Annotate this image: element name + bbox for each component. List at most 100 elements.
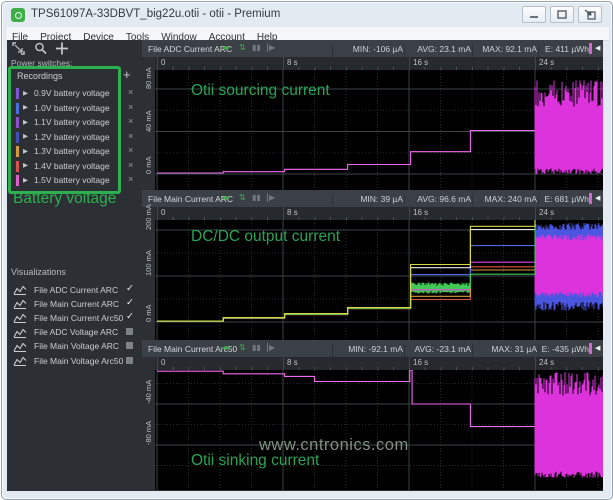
remove-recording-icon[interactable]: ×	[128, 102, 133, 112]
chart-panel: File Main Current ARC ◂▸ ⇅ ▮▮ ▶ MIN: 39 …	[142, 190, 603, 340]
recording-item[interactable]: ▶ 1.2V battery voltage ×	[15, 131, 135, 144]
pause-icon[interactable]: ▮▮	[252, 343, 261, 352]
title-bar[interactable]: TPS61097A-33DBVT_big22u.otii - otii - Pr…	[2, 2, 612, 27]
pause-icon[interactable]: ▮▮	[252, 43, 261, 52]
unchecked-box-icon[interactable]	[126, 342, 133, 349]
checked-icon[interactable]: ✓	[126, 297, 134, 308]
x-major-tick	[283, 57, 284, 70]
chart-line-icon	[13, 285, 27, 295]
stat-energy: E: 681 µWh	[538, 194, 589, 207]
recording-item[interactable]: ▶ 1.5V battery voltage ×	[15, 174, 135, 187]
chart-annotation: DC/DC output current	[191, 228, 340, 246]
collapse-arrow-icon[interactable]: ◀	[595, 344, 600, 352]
visualization-item[interactable]: File Main Current Arc50 ✓	[11, 311, 139, 324]
expand-triangle-icon[interactable]: ▶	[23, 118, 28, 126]
plot-area[interactable]: Otii sourcing current	[155, 70, 603, 190]
close-button[interactable]	[578, 6, 602, 23]
x-major-tick	[409, 207, 410, 220]
plot-area[interactable]: DC/DC output current	[155, 220, 603, 340]
visualization-item[interactable]: File ADC Current ARC ✓	[11, 283, 139, 296]
stat-min: MIN: -92.1 mA	[332, 344, 403, 357]
remove-recording-icon[interactable]: ×	[128, 116, 133, 126]
x-major-tick	[535, 57, 536, 70]
remove-recording-icon[interactable]: ×	[128, 145, 133, 155]
visualization-label: File Main Current ARC	[34, 299, 119, 309]
visualization-item[interactable]: File ADC Voltage ARC	[11, 326, 139, 339]
x-major-tick	[157, 57, 158, 70]
x-major-tick	[157, 357, 158, 370]
close-icon	[584, 9, 596, 20]
stat-avg: AVG: 96.6 mA	[404, 194, 471, 207]
maximize-icon	[557, 10, 567, 19]
remove-recording-icon[interactable]: ×	[128, 87, 133, 97]
play-icon[interactable]: ▶	[267, 193, 275, 202]
stat-energy: E: -435 µWh	[538, 344, 589, 357]
visualization-item[interactable]: File Main Voltage ARC	[11, 340, 139, 353]
x-tick-label: 24 s	[539, 58, 554, 67]
fit-vertical-icon[interactable]: ⇅	[239, 343, 246, 352]
expand-triangle-icon[interactable]: ▶	[23, 147, 28, 155]
fit-vertical-icon[interactable]: ⇅	[239, 43, 246, 52]
remove-recording-icon[interactable]: ×	[128, 131, 133, 141]
recording-item[interactable]: ▶ 0.9V battery voltage ×	[15, 87, 135, 100]
recording-item[interactable]: ▶ 1.0V battery voltage ×	[15, 102, 135, 115]
expand-triangle-icon[interactable]: ▶	[23, 103, 28, 111]
recording-item[interactable]: ▶ 1.3V battery voltage ×	[15, 145, 135, 158]
chart-header: File ADC Current ARC ◂▸ ⇅ ▮▮ ▶ MIN: -106…	[142, 40, 603, 57]
fit-vertical-icon[interactable]: ⇅	[239, 193, 246, 202]
x-tick-label: 24 s	[539, 358, 554, 367]
visualization-item[interactable]: File Main Voltage Arc50	[11, 354, 139, 367]
chart-panels: File ADC Current ARC ◂▸ ⇅ ▮▮ ▶ MIN: -106…	[142, 40, 603, 491]
cursor-marker	[589, 43, 592, 54]
recording-item[interactable]: ▶ 1.4V battery voltage ×	[15, 160, 135, 173]
maximize-button[interactable]	[550, 6, 574, 23]
collapse-arrow-icon[interactable]: ◀	[595, 194, 600, 202]
remove-recording-icon[interactable]: ×	[128, 174, 133, 184]
x-tick-label: 0	[161, 358, 165, 367]
zoom-icon[interactable]	[34, 42, 48, 55]
recording-label: 1.5V battery voltage	[34, 175, 110, 185]
unchecked-box-icon[interactable]	[126, 357, 133, 364]
stat-avg: AVG: -23.1 mA	[404, 344, 471, 357]
expand-triangle-icon[interactable]: ▶	[23, 89, 28, 97]
chart-line-icon	[13, 342, 27, 352]
visualization-label: File Main Current Arc50	[34, 313, 123, 323]
play-icon[interactable]: ▶	[267, 43, 275, 52]
checked-icon[interactable]: ✓	[126, 311, 134, 322]
time-axis[interactable]: 08 s16 s24 s	[155, 57, 603, 70]
fit-horizontal-icon[interactable]: ◂▸	[222, 193, 230, 202]
chart-line-icon	[13, 328, 27, 338]
watermark: www.cntronics.com	[259, 436, 409, 455]
plot-area[interactable]: Otii sinking current	[155, 370, 603, 490]
minimize-button[interactable]	[522, 6, 546, 23]
time-axis[interactable]: 08 s16 s24 s	[155, 207, 603, 220]
remove-recording-icon[interactable]: ×	[128, 160, 133, 170]
recording-label: 1.2V battery voltage	[34, 132, 110, 142]
expand-triangle-icon[interactable]: ▶	[23, 161, 28, 169]
stat-energy: E: 411 µWh	[538, 44, 589, 57]
time-axis[interactable]: 08 s16 s24 s	[155, 357, 603, 370]
recording-label: 1.4V battery voltage	[34, 161, 110, 171]
unchecked-box-icon[interactable]	[126, 328, 133, 335]
checked-icon[interactable]: ✓	[126, 283, 134, 294]
expand-triangle-icon[interactable]: ▶	[23, 132, 28, 140]
play-icon[interactable]: ▶	[267, 343, 275, 352]
x-tick-label: 8 s	[287, 208, 298, 217]
x-tick-label: 16 s	[413, 58, 428, 67]
visualization-label: File Main Voltage Arc50	[34, 356, 123, 366]
visualization-item[interactable]: File Main Current ARC ✓	[11, 297, 139, 310]
visualization-label: File ADC Current ARC	[34, 285, 118, 295]
expand-triangle-icon[interactable]: ▶	[23, 176, 28, 184]
fit-horizontal-icon[interactable]: ◂▸	[222, 343, 230, 352]
pause-icon[interactable]: ▮▮	[252, 193, 261, 202]
selection-icon[interactable]	[12, 42, 26, 55]
recording-label: 1.0V battery voltage	[34, 103, 110, 113]
fit-horizontal-icon[interactable]: ◂▸	[222, 43, 230, 52]
collapse-arrow-icon[interactable]: ◀	[595, 44, 600, 52]
recording-color-chip	[16, 103, 19, 114]
add-recording-button[interactable]: +	[123, 67, 131, 82]
x-tick-label: 8 s	[287, 58, 298, 67]
pan-icon[interactable]	[55, 42, 69, 55]
window-title: TPS61097A-33DBVT_big22u.otii - otii - Pr…	[31, 8, 280, 20]
recording-item[interactable]: ▶ 1.1V battery voltage ×	[15, 116, 135, 129]
